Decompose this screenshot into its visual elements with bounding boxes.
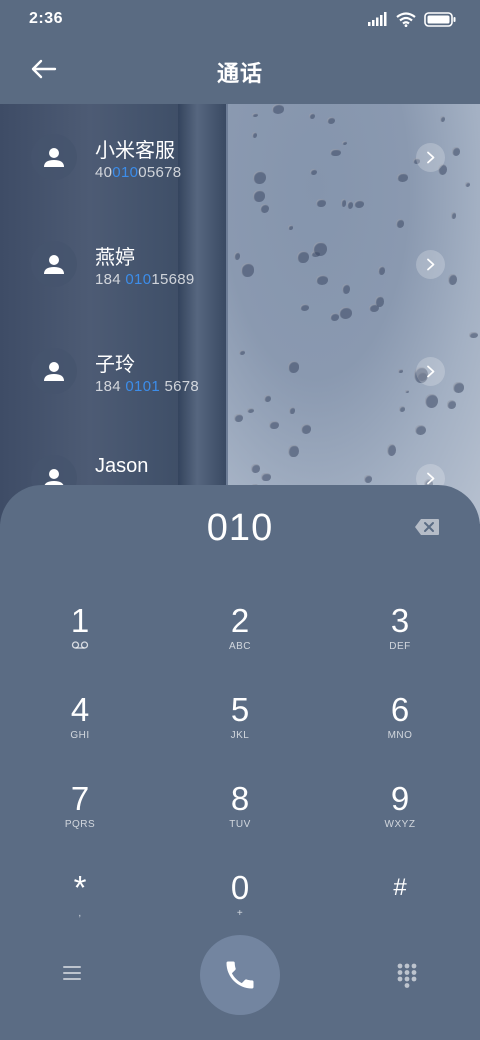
- menu-icon: [63, 966, 81, 980]
- number-suffix: 5678: [159, 378, 200, 395]
- number-match: 010: [112, 164, 139, 181]
- signal-icon: [368, 12, 387, 26]
- call-button[interactable]: [200, 935, 280, 1015]
- avatar: [31, 348, 77, 394]
- number-suffix: 15689: [151, 271, 195, 288]
- page-title: 通话: [216, 61, 263, 86]
- number-suffix: 05678: [138, 164, 182, 181]
- person-icon: [44, 148, 64, 167]
- key-letters: +: [236, 908, 244, 919]
- contact-number: 184 0101 5678: [95, 378, 199, 395]
- dialpad-grid-icon: [397, 963, 417, 988]
- avatar: [31, 134, 77, 180]
- key-8[interactable]: 8 TUV: [180, 780, 300, 858]
- avatar: [31, 241, 77, 287]
- key-letters: TUV: [229, 819, 251, 830]
- chevron-right-icon: [427, 258, 435, 271]
- key-5[interactable]: 5 JKL: [180, 691, 300, 769]
- contact-number: 184 01015689: [95, 271, 195, 288]
- wifi-icon: [396, 11, 416, 27]
- status-bar: 2:36: [0, 0, 480, 38]
- contact-detail-button[interactable]: [416, 143, 445, 172]
- key-9[interactable]: 9 WXYZ: [340, 780, 460, 858]
- key-6[interactable]: 6 MNO: [340, 691, 460, 769]
- number-match: 010: [125, 271, 152, 288]
- key-letters: WXYZ: [384, 819, 416, 830]
- key-digit: 2: [230, 602, 250, 639]
- key-letters: GHI: [70, 730, 90, 741]
- key-digit: 1: [70, 602, 90, 639]
- person-icon: [44, 255, 64, 274]
- key-digit: 6: [390, 691, 410, 728]
- key-letters: ABC: [228, 641, 252, 652]
- voicemail-icon: [20, 640, 140, 655]
- backspace-icon: [415, 519, 439, 535]
- key-digit: 3: [390, 602, 410, 639]
- key-digit: 8: [230, 780, 250, 817]
- key-7[interactable]: 7 PQRS: [20, 780, 140, 858]
- key-digit: *: [73, 869, 87, 906]
- phone-icon: [226, 961, 254, 989]
- key-1[interactable]: 1: [20, 602, 140, 680]
- key-letters: ,: [78, 908, 82, 919]
- number-match: 0101: [125, 378, 160, 395]
- contact-row[interactable]: 小米客服 4001005678: [0, 104, 480, 210]
- key-digit: 5: [230, 691, 250, 728]
- key-digit: 0: [230, 869, 250, 906]
- number-prefix: 184: [95, 271, 126, 288]
- number-prefix: 184: [95, 378, 126, 395]
- key-star[interactable]: * ,: [20, 869, 140, 947]
- key-digit: #: [393, 874, 407, 901]
- contact-row[interactable]: 燕婷 184 01015689: [0, 211, 480, 317]
- status-time: 2:36: [29, 10, 64, 27]
- battery-icon: [424, 11, 456, 27]
- chevron-right-icon: [427, 365, 435, 378]
- dialpad-toggle-button[interactable]: [396, 962, 418, 988]
- backspace-button[interactable]: [414, 518, 440, 536]
- person-icon: [44, 362, 64, 381]
- contact-detail-button[interactable]: [416, 250, 445, 279]
- menu-button[interactable]: [62, 964, 84, 982]
- key-3[interactable]: 3 DEF: [340, 602, 460, 680]
- status-icons: [368, 10, 456, 28]
- chevron-right-icon: [427, 151, 435, 164]
- key-digit: 9: [390, 780, 410, 817]
- dialed-number-field[interactable]: 010: [0, 507, 480, 550]
- number-prefix: 40: [95, 164, 113, 181]
- key-hash[interactable]: #: [340, 869, 460, 947]
- contact-name: 燕婷: [95, 247, 135, 269]
- dialpad-panel: 010 1 2 ABC 3 DEF 4 GHI 5 JKL 6 MNO 7 PQ…: [0, 485, 480, 1040]
- contact-number: 4001005678: [95, 164, 181, 181]
- key-letters: MNO: [387, 730, 413, 741]
- contact-name: Jason: [95, 455, 149, 477]
- contact-detail-button[interactable]: [416, 357, 445, 386]
- app-header: 2:36 通话: [0, 0, 480, 104]
- key-letters: PQRS: [64, 819, 96, 830]
- chevron-right-icon: [427, 472, 435, 485]
- key-letters: JKL: [230, 730, 250, 741]
- key-letters: DEF: [389, 641, 411, 652]
- key-2[interactable]: 2 ABC: [180, 602, 300, 680]
- contact-name: 子玲: [95, 354, 135, 376]
- key-4[interactable]: 4 GHI: [20, 691, 140, 769]
- key-digit: 7: [70, 780, 90, 817]
- key-digit: 4: [70, 691, 90, 728]
- contact-row[interactable]: 子玲 184 0101 5678: [0, 318, 480, 424]
- contact-name: 小米客服: [95, 140, 175, 162]
